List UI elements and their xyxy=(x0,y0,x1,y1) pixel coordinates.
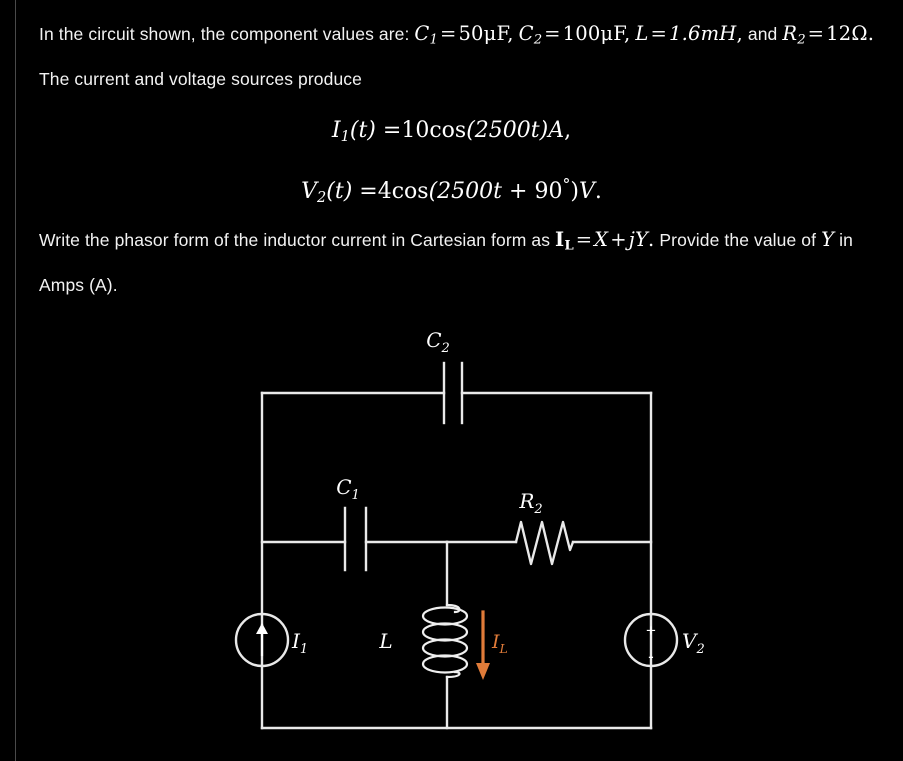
symbol-Y-2: Y xyxy=(821,228,835,251)
inductor-current-arrow-head xyxy=(476,663,490,680)
equation-row-1: I1(t) =10cos(2500t)A, xyxy=(0,104,903,158)
label-I1: I1 xyxy=(291,629,308,657)
display-equations: I1(t) =10cos(2500t)A, V2(t) =4cos(2500t … xyxy=(0,104,903,212)
plus-sign: + xyxy=(610,228,627,251)
symbol-C2: C2 xyxy=(518,22,543,48)
equation-I1: I1(t) =10cos(2500t)A, xyxy=(331,118,572,146)
label-C2: C2 xyxy=(426,328,450,356)
symbol-Y: Y xyxy=(634,228,649,251)
circuit-schematic-svg: C2 C1 R2 L IL I1 V2 + - xyxy=(234,328,705,730)
inductor-L-coil xyxy=(421,603,469,679)
label-IL: IL xyxy=(491,631,508,656)
value-C1: 50μF xyxy=(458,22,508,45)
comma-1: , xyxy=(507,22,514,45)
period-1: . xyxy=(867,22,875,45)
para1-text-2: and xyxy=(747,24,783,44)
value-C2: 100μF xyxy=(562,22,624,45)
question-paragraph-2-wrap: Write the phasor form of the inductor cu… xyxy=(39,220,884,305)
equals-3: = xyxy=(650,22,667,45)
label-L: L xyxy=(378,629,392,653)
equation-row-2: V2(t) =4cos(2500t + 90°)V. xyxy=(0,158,903,212)
symbol-IL-phasor: IL xyxy=(555,228,574,254)
period-2: . xyxy=(648,228,655,251)
comma-2: , xyxy=(624,22,631,45)
question-text-block: In the circuit shown, the component valu… xyxy=(39,14,884,99)
resistor-R2-body xyxy=(514,520,575,566)
para1-text-3: The current and voltage sources produce xyxy=(39,68,362,89)
equals-phasor: = xyxy=(575,228,593,251)
question-paragraph-2: Write the phasor form of the inductor cu… xyxy=(39,220,884,305)
para1-text-1: In the circuit shown, the component valu… xyxy=(39,24,415,44)
voltage-source-minus-sign: - xyxy=(648,647,654,666)
symbol-R2: R2 xyxy=(782,22,806,48)
circuit-diagram: C2 C1 R2 L IL I1 V2 + - xyxy=(0,310,903,761)
question-paragraph-1: In the circuit shown, the component valu… xyxy=(39,14,884,99)
current-source-I1-arrow-head xyxy=(256,623,268,634)
label-C1: C1 xyxy=(336,475,360,503)
value-R2: 12Ω xyxy=(826,22,868,45)
symbol-X: X xyxy=(594,228,609,251)
equals-2: = xyxy=(544,22,561,45)
equals-1: = xyxy=(439,22,457,45)
question-page: In the circuit shown, the component valu… xyxy=(0,0,903,761)
label-R2: R2 xyxy=(518,489,542,517)
voltage-source-plus-sign: + xyxy=(646,621,656,640)
symbol-C1: C1 xyxy=(414,22,438,48)
para2-text-1: Write the phasor form of the inductor cu… xyxy=(39,230,556,250)
symbol-L: L xyxy=(635,22,649,45)
equals-4: = xyxy=(807,22,825,45)
para2-text-2: Provide the value of xyxy=(659,230,822,250)
value-L: 1.6mH xyxy=(668,22,737,45)
equation-V2: V2(t) =4cos(2500t + 90°)V. xyxy=(301,175,602,207)
label-V2: V2 xyxy=(682,629,705,657)
comma-3: , xyxy=(736,22,743,45)
